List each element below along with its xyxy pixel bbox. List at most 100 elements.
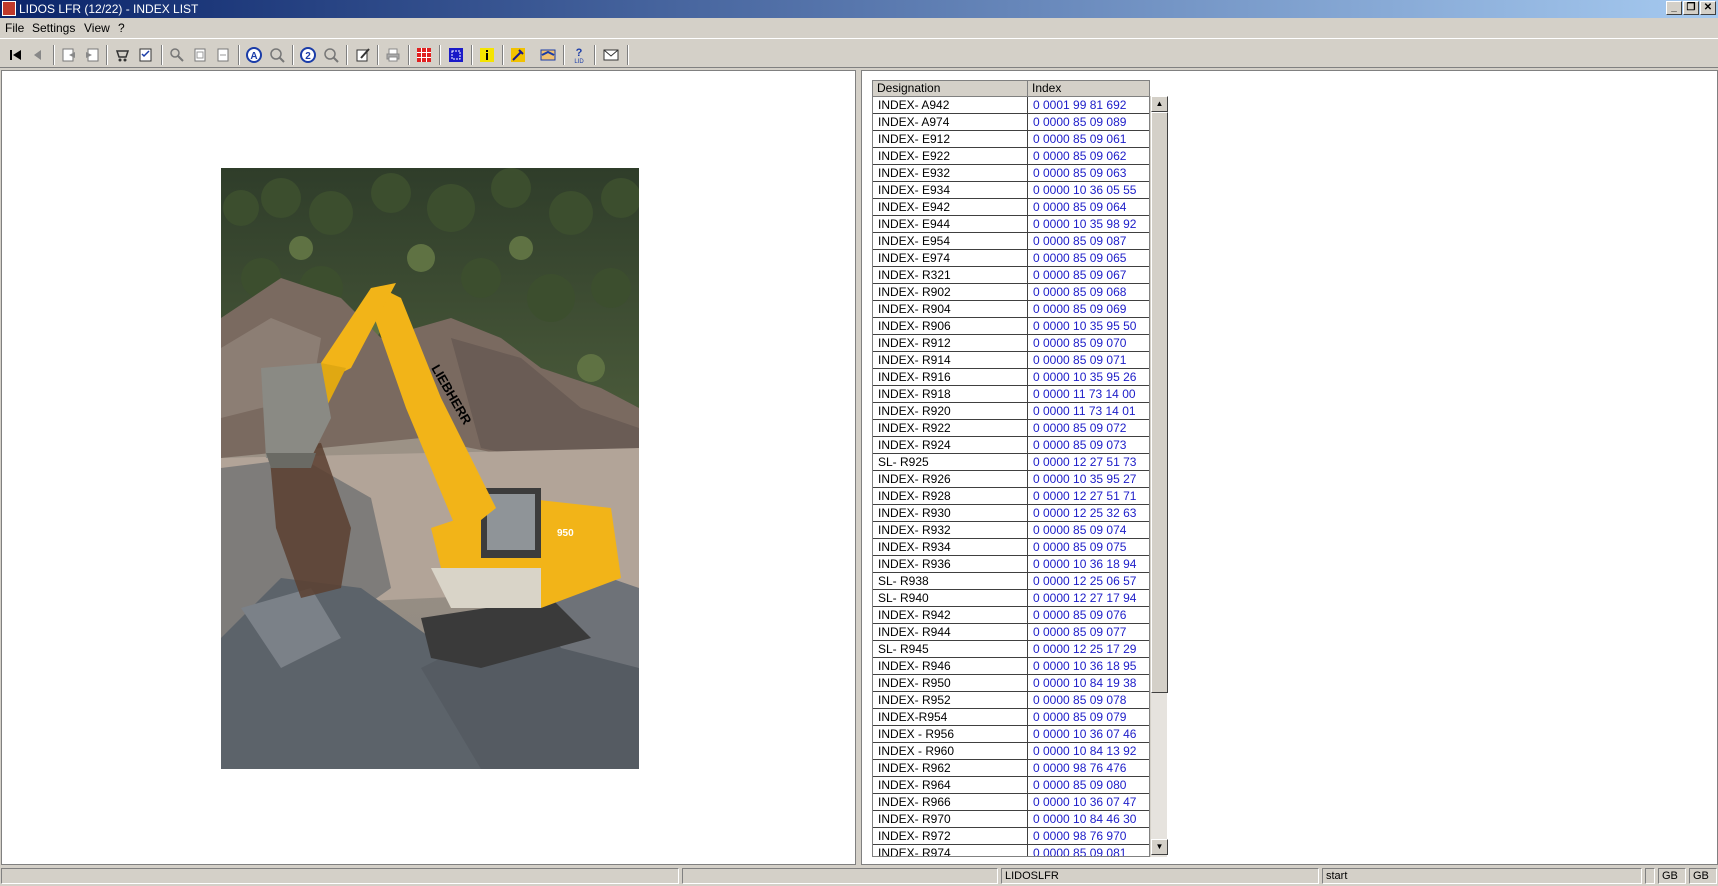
fit-width-icon[interactable] (213, 45, 233, 65)
table-row[interactable]: INDEX- E934 0 0000 10 36 05 55 (873, 182, 1149, 199)
index-link[interactable]: 0 0000 85 09 073 (1028, 437, 1149, 454)
table-row[interactable]: INDEX- R962 0 0000 98 76 476 (873, 760, 1149, 777)
designation-cell[interactable]: INDEX- R926 (873, 471, 1028, 488)
index-link[interactable]: 0 0000 10 36 05 55 (1028, 182, 1149, 199)
edit-icon[interactable] (353, 45, 373, 65)
table-row[interactable]: INDEX - R956 0 0000 10 36 07 46 (873, 726, 1149, 743)
index-link[interactable]: 0 0000 85 09 074 (1028, 522, 1149, 539)
index-link[interactable]: 0 0000 85 09 070 (1028, 335, 1149, 352)
index-link[interactable]: 0 0000 85 09 089 (1028, 114, 1149, 131)
table-row[interactable]: INDEX- E922 0 0000 85 09 062 (873, 148, 1149, 165)
menu-file[interactable]: File (5, 21, 24, 35)
table-row[interactable]: INDEX- R974 0 0000 85 09 081 (873, 845, 1149, 856)
designation-cell[interactable]: INDEX- R918 (873, 386, 1028, 403)
table-row[interactable]: INDEX- R950 0 0000 10 84 19 38 (873, 675, 1149, 692)
index-link[interactable]: 0 0000 85 09 063 (1028, 165, 1149, 182)
table-row[interactable]: INDEX- R916 0 0000 10 35 95 26 (873, 369, 1149, 386)
designation-cell[interactable]: INDEX- R950 (873, 675, 1028, 692)
designation-cell[interactable]: INDEX- R966 (873, 794, 1028, 811)
designation-cell[interactable]: INDEX- E974 (873, 250, 1028, 267)
table-row[interactable]: INDEX- R321 0 0000 85 09 067 (873, 267, 1149, 284)
index-link[interactable]: 0 0000 85 09 076 (1028, 607, 1149, 624)
index-link[interactable]: 0 0000 10 84 13 92 (1028, 743, 1149, 760)
menu-view[interactable]: View (84, 21, 110, 35)
designation-cell[interactable]: INDEX- R930 (873, 505, 1028, 522)
table-row[interactable]: INDEX- R970 0 0000 10 84 46 30 (873, 811, 1149, 828)
designation-cell[interactable]: INDEX- R932 (873, 522, 1028, 539)
designation-cell[interactable]: INDEX- E922 (873, 148, 1028, 165)
grid-blue-icon[interactable] (446, 45, 466, 65)
index-link[interactable]: 0 0000 12 25 32 63 (1028, 505, 1149, 522)
designation-cell[interactable]: INDEX- R942 (873, 607, 1028, 624)
scrollbar-thumb[interactable] (1151, 112, 1168, 693)
designation-cell[interactable]: INDEX- R920 (873, 403, 1028, 420)
designation-cell[interactable]: INDEX - R960 (873, 743, 1028, 760)
table-row[interactable]: INDEX- R920 0 0000 11 73 14 01 (873, 403, 1149, 420)
table-row[interactable]: INDEX- R930 0 0000 12 25 32 63 (873, 505, 1149, 522)
table-row[interactable]: INDEX- E944 0 0000 10 35 98 92 (873, 216, 1149, 233)
mail-icon[interactable] (601, 45, 621, 65)
table-row[interactable]: INDEX- R904 0 0000 85 09 069 (873, 301, 1149, 318)
table-row[interactable]: INDEX- R932 0 0000 85 09 074 (873, 522, 1149, 539)
table-row[interactable]: SL- R940 0 0000 12 27 17 94 (873, 590, 1149, 607)
table-row[interactable]: INDEX- R926 0 0000 10 35 95 27 (873, 471, 1149, 488)
image-view-pane[interactable]: LIEBHERR 950 (1, 70, 856, 865)
index-link[interactable]: 0 0000 10 35 95 27 (1028, 471, 1149, 488)
table-row[interactable]: INDEX- A942 0 0001 99 81 692 (873, 97, 1149, 114)
designation-cell[interactable]: INDEX- A974 (873, 114, 1028, 131)
table-row[interactable]: SL- R938 0 0000 12 25 06 57 (873, 573, 1149, 590)
index-link[interactable]: 0 0000 10 36 07 46 (1028, 726, 1149, 743)
table-row[interactable]: INDEX- R902 0 0000 85 09 068 (873, 284, 1149, 301)
zoom-in-icon[interactable] (167, 45, 187, 65)
designation-cell[interactable]: INDEX- R962 (873, 760, 1028, 777)
table-row[interactable]: INDEX- E912 0 0000 85 09 061 (873, 131, 1149, 148)
index-link[interactable]: 0 0000 85 09 065 (1028, 250, 1149, 267)
designation-cell[interactable]: INDEX- E954 (873, 233, 1028, 250)
help-2-icon[interactable]: 2 (298, 45, 318, 65)
forward-icon[interactable] (82, 45, 102, 65)
index-link[interactable]: 0 0001 99 81 692 (1028, 97, 1149, 114)
index-link[interactable]: 0 0000 85 09 079 (1028, 709, 1149, 726)
index-link[interactable]: 0 0000 85 09 064 (1028, 199, 1149, 216)
designation-cell[interactable]: INDEX- R972 (873, 828, 1028, 845)
table-row[interactable]: INDEX- E942 0 0000 85 09 064 (873, 199, 1149, 216)
fit-page-icon[interactable] (190, 45, 210, 65)
designation-cell[interactable]: INDEX- R902 (873, 284, 1028, 301)
designation-cell[interactable]: INDEX- R936 (873, 556, 1028, 573)
designation-cell[interactable]: INDEX- R922 (873, 420, 1028, 437)
designation-cell[interactable]: SL- R938 (873, 573, 1028, 590)
index-link[interactable]: 0 0000 10 35 95 50 (1028, 318, 1149, 335)
designation-cell[interactable]: INDEX- E932 (873, 165, 1028, 182)
index-link[interactable]: 0 0000 85 09 071 (1028, 352, 1149, 369)
index-link[interactable]: 0 0000 98 76 970 (1028, 828, 1149, 845)
table-row[interactable]: INDEX- E974 0 0000 85 09 065 (873, 250, 1149, 267)
designation-cell[interactable]: INDEX- R952 (873, 692, 1028, 709)
index-link[interactable]: 0 0000 10 84 46 30 (1028, 811, 1149, 828)
designation-cell[interactable]: INDEX- R964 (873, 777, 1028, 794)
index-link[interactable]: 0 0000 12 27 17 94 (1028, 590, 1149, 607)
table-row[interactable]: INDEX- A974 0 0000 85 09 089 (873, 114, 1149, 131)
table-row[interactable]: INDEX- R906 0 0000 10 35 95 50 (873, 318, 1149, 335)
info-icon[interactable] (477, 45, 497, 65)
designation-cell[interactable]: INDEX- R321 (873, 267, 1028, 284)
index-link[interactable]: 0 0000 10 36 18 94 (1028, 556, 1149, 573)
table-row[interactable]: INDEX- R966 0 0000 10 36 07 47 (873, 794, 1149, 811)
menu-settings[interactable]: Settings (32, 21, 75, 35)
table-row[interactable]: INDEX - R960 0 0000 10 84 13 92 (873, 743, 1149, 760)
index-link[interactable]: 0 0000 98 76 476 (1028, 760, 1149, 777)
help-tools-icon[interactable] (321, 45, 341, 65)
designation-cell[interactable]: INDEX- E912 (873, 131, 1028, 148)
index-link[interactable]: 0 0000 85 09 080 (1028, 777, 1149, 794)
restore-button[interactable]: ❐ (1683, 1, 1699, 15)
index-link[interactable]: 0 0000 12 25 17 29 (1028, 641, 1149, 658)
index-link[interactable]: 0 0000 10 36 07 47 (1028, 794, 1149, 811)
menu-help[interactable]: ? (118, 21, 125, 35)
index-link[interactable]: 0 0000 85 09 067 (1028, 267, 1149, 284)
designation-cell[interactable]: INDEX- R944 (873, 624, 1028, 641)
tools-icon[interactable] (508, 45, 528, 65)
table-row[interactable]: INDEX- R942 0 0000 85 09 076 (873, 607, 1149, 624)
index-link[interactable]: 0 0000 12 27 51 73 (1028, 454, 1149, 471)
designation-cell[interactable]: INDEX- R934 (873, 539, 1028, 556)
pane-splitter[interactable] (857, 70, 860, 865)
cart-icon[interactable] (113, 45, 133, 65)
